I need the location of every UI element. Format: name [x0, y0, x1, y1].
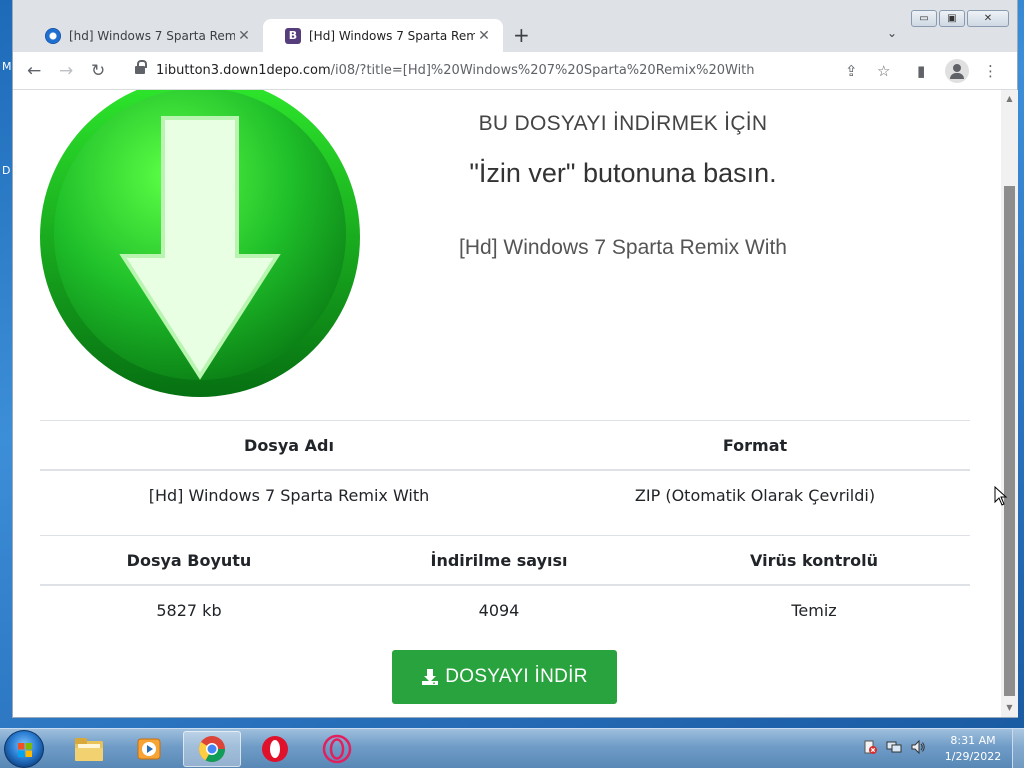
- table-cell-downloads: 4094: [478, 601, 520, 620]
- share-icon[interactable]: ⇪: [845, 61, 858, 81]
- web-page: BU DOSYAYI İNDİRMEK İÇİN "İzin ver" buto…: [13, 90, 1001, 717]
- browser-toolbar: ← → ↻ 1ibutton3.down1depo.com/i08/?title…: [13, 52, 1017, 90]
- tab-inactive[interactable]: [hd] Windows 7 Sparta Remix Wi ✕: [23, 19, 263, 52]
- mouse-cursor-icon: [994, 486, 1008, 506]
- explorer-icon: [75, 738, 103, 761]
- url-path: /i08/?title=[Hd]%20Windows%207%20Sparta%…: [330, 63, 755, 78]
- profile-avatar[interactable]: [945, 59, 969, 83]
- show-desktop-button[interactable]: [1012, 729, 1024, 768]
- tab-title: [Hd] Windows 7 Sparta Remix Wi: [309, 28, 475, 43]
- clock-date: 1/29/2022: [944, 750, 1002, 763]
- desktop-label: M: [2, 60, 12, 73]
- reload-button[interactable]: ↻: [91, 61, 105, 81]
- b-icon: B: [285, 27, 301, 44]
- table-cell-filesize: 5827 kb: [156, 601, 222, 620]
- clock-time: 8:31 AM: [950, 734, 996, 747]
- forward-button[interactable]: →: [59, 61, 73, 81]
- chevron-down-icon[interactable]: ⌄: [887, 26, 897, 40]
- opera-icon: [45, 27, 61, 44]
- close-icon[interactable]: ✕: [475, 28, 493, 44]
- instruction-text: "İzin ver" butonuna basın.: [469, 158, 777, 188]
- browser-window: [hd] Windows 7 Sparta Remix Wi ✕ B [Hd] …: [12, 0, 1018, 718]
- download-file-button[interactable]: DOSYAYI İNDİR: [392, 650, 617, 704]
- scroll-up-arrow[interactable]: ▲: [1001, 92, 1018, 106]
- vertical-scrollbar[interactable]: ▲ ▼: [1001, 90, 1018, 717]
- tab-title: [hd] Windows 7 Sparta Remix Wi: [69, 28, 235, 43]
- start-button[interactable]: [4, 730, 44, 768]
- tab-bar: [hd] Windows 7 Sparta Remix Wi ✕ B [Hd] …: [13, 0, 1017, 52]
- download-arrow-icon[interactable]: [39, 90, 361, 398]
- desktop-label: D: [2, 164, 11, 177]
- system-tray: [862, 739, 926, 755]
- media-player-icon: [137, 738, 161, 760]
- side-panel-icon[interactable]: ▮: [917, 61, 925, 81]
- table-cell-virus-check: Temiz: [791, 601, 837, 620]
- media-player-taskbar-button[interactable]: [120, 731, 178, 767]
- address-bar[interactable]: 1ibutton3.down1depo.com/i08/?title=[Hd]%…: [156, 63, 755, 78]
- opera-taskbar-button[interactable]: [246, 731, 304, 767]
- url-host: 1ibutton3.down1depo.com: [156, 63, 331, 78]
- window-controls: ▭ ▣ ✕: [911, 10, 1009, 27]
- table-header-filename: Dosya Adı: [244, 436, 334, 455]
- lock-icon[interactable]: [135, 60, 147, 76]
- menu-icon[interactable]: ⋮: [983, 61, 998, 81]
- table-header-virus-check: Virüs kontrolü: [750, 551, 878, 570]
- window-close-button[interactable]: ✕: [967, 10, 1009, 27]
- table-header-format: Format: [722, 436, 788, 455]
- table-header-downloads: İndirilme sayısı: [430, 551, 568, 570]
- divider: [40, 584, 970, 586]
- chrome-icon: [198, 736, 226, 763]
- opera-icon: [262, 736, 288, 762]
- scroll-down-arrow[interactable]: ▼: [1001, 701, 1018, 715]
- windows-logo-icon: [18, 743, 32, 757]
- divider: [40, 469, 970, 471]
- volume-icon[interactable]: [910, 739, 926, 755]
- taskbar: 8:31 AM 1/29/2022: [0, 728, 1024, 768]
- back-button[interactable]: ←: [27, 61, 41, 81]
- file-title: [Hd] Windows 7 Sparta Remix With: [459, 236, 787, 259]
- download-button-label: DOSYAYI İNDİR: [445, 666, 588, 687]
- divider: [40, 535, 970, 536]
- network-icon[interactable]: [886, 739, 902, 755]
- bookmark-star-icon[interactable]: ☆: [877, 61, 890, 81]
- action-center-icon[interactable]: [862, 739, 878, 755]
- scroll-thumb[interactable]: [1004, 186, 1015, 696]
- chrome-taskbar-button[interactable]: [183, 731, 241, 767]
- opera-gx-icon: [322, 734, 352, 764]
- table-cell-format: ZIP (Otomatik Olarak Çevrildi): [634, 486, 876, 505]
- taskbar-clock[interactable]: 8:31 AM 1/29/2022: [940, 733, 1006, 765]
- maximize-button[interactable]: ▣: [939, 10, 965, 27]
- minimize-button[interactable]: ▭: [911, 10, 937, 27]
- download-icon: [422, 669, 439, 685]
- explorer-taskbar-button[interactable]: [60, 731, 118, 767]
- table-cell-filename: [Hd] Windows 7 Sparta Remix With: [148, 486, 430, 505]
- table-header-filesize: Dosya Boyutu: [126, 551, 252, 570]
- headline: BU DOSYAYI İNDİRMEK İÇİN: [478, 112, 768, 135]
- divider: [40, 420, 970, 421]
- new-tab-button[interactable]: +: [513, 24, 530, 46]
- tab-active[interactable]: B [Hd] Windows 7 Sparta Remix Wi ✕: [263, 19, 503, 52]
- close-icon[interactable]: ✕: [235, 28, 253, 44]
- opera-gx-taskbar-button[interactable]: [308, 731, 366, 767]
